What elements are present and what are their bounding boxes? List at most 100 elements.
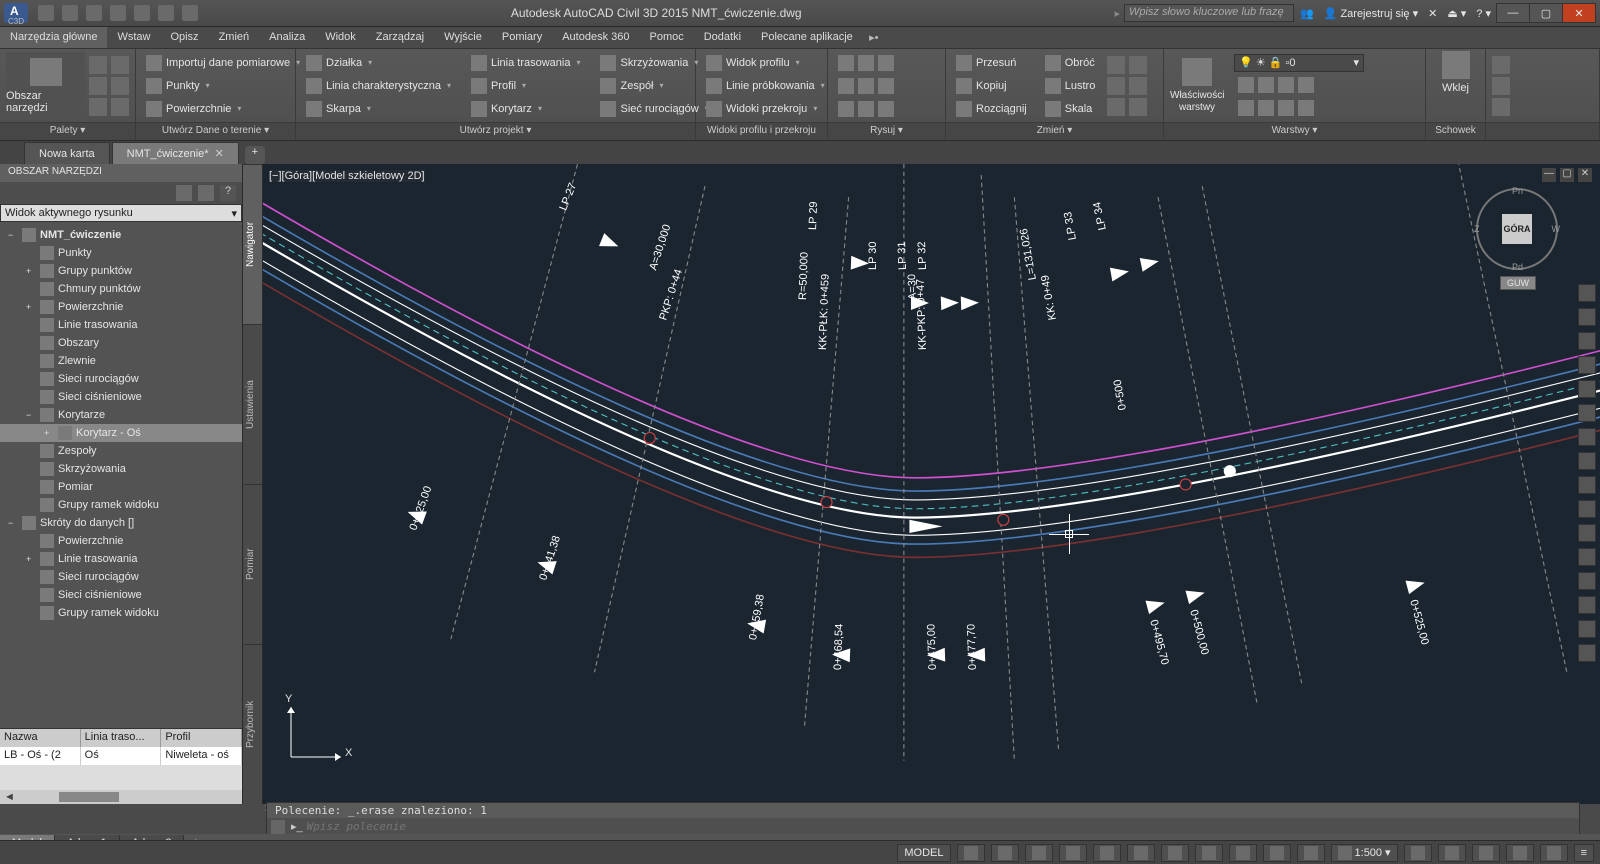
rect-icon[interactable] [858, 78, 874, 94]
status-icon[interactable] [1025, 844, 1053, 862]
palette-icon[interactable] [89, 56, 107, 74]
layer-icon[interactable] [1258, 77, 1274, 93]
drawing-canvas[interactable]: [−][Góra][Model szkieletowy 2D] — ▢ ✕ [263, 164, 1600, 804]
signin-button[interactable]: 👤 Zarejestruj się ▾ [1324, 7, 1418, 20]
nav-icon[interactable] [1578, 596, 1596, 614]
doc-tab[interactable]: NMT_ćwiczenie*✕ [112, 142, 239, 164]
line-icon[interactable] [838, 55, 854, 71]
tree-node[interactable]: Sieci rurociągów [0, 370, 242, 388]
tree-node[interactable]: Sieci rurociągów [0, 568, 242, 586]
status-icon[interactable] [1229, 844, 1257, 862]
ribbon-item[interactable]: Przesuń [952, 53, 1031, 73]
nav-icon[interactable] [1578, 500, 1596, 518]
layer-combo[interactable]: 💡 ☀ 🔒 ▫ 0▾ [1234, 54, 1364, 72]
status-grid-icon[interactable] [957, 844, 985, 862]
tree-node[interactable]: +Korytarz - Oś [0, 424, 242, 442]
tree-node[interactable]: Skrzyżowania [0, 460, 242, 478]
ribbon-item[interactable]: Importuj dane pomiarowe▾ [142, 53, 304, 73]
tree-node[interactable]: +Linie trasowania [0, 550, 242, 568]
command-input[interactable] [307, 820, 1575, 833]
a360-icon[interactable]: 👥 [1300, 7, 1314, 20]
viewcube[interactable]: GÓRA Pn Pd W Z GUW [1476, 188, 1558, 270]
ribbon-item[interactable]: Linia charakterystyczna▾ [302, 76, 455, 96]
ribbon-icon[interactable] [1492, 77, 1510, 95]
menu-tab-opisz[interactable]: Opisz [160, 27, 208, 48]
doc-tab[interactable]: Nowa karta [24, 142, 110, 164]
status-icon[interactable] [1404, 844, 1432, 862]
menu-tab-pomiary[interactable]: Pomiary [492, 27, 552, 48]
draw-icon[interactable] [838, 101, 854, 117]
nav-icon[interactable] [1578, 548, 1596, 566]
cmd-menu-icon[interactable] [271, 820, 285, 834]
command-line[interactable]: Polecenie: _.erase znaleziono: 1 ▸_ [266, 802, 1580, 836]
qat-saveas-icon[interactable] [110, 5, 126, 21]
layer-icon[interactable] [1278, 77, 1294, 93]
tree-node[interactable]: Sieci ciśnieniowe [0, 586, 242, 604]
palette-icon[interactable] [111, 77, 129, 95]
status-icon[interactable] [1127, 844, 1155, 862]
grid-hscroll[interactable]: ◄ [0, 790, 242, 804]
ribbon-icon[interactable] [1492, 98, 1510, 116]
layer-icon[interactable] [1238, 77, 1254, 93]
palette-icon[interactable] [111, 56, 129, 74]
ribbon-item[interactable]: Linie próbkowania▾ [702, 76, 829, 96]
ribbon-item[interactable]: Powierzchnie▾ [142, 99, 304, 119]
maximize-button[interactable]: ▢ [1529, 3, 1563, 23]
tree-node[interactable]: Chmury punktów [0, 280, 242, 298]
status-model[interactable]: MODEL [897, 844, 950, 862]
palette-icon[interactable] [111, 98, 129, 116]
qat-print-icon[interactable] [134, 5, 150, 21]
palette-icon[interactable] [89, 77, 107, 95]
status-icon[interactable] [1093, 844, 1121, 862]
tree-node[interactable]: +Grupy punktów [0, 262, 242, 280]
side-tab-nawigator[interactable]: Nawigator [243, 164, 262, 324]
status-icon[interactable] [1506, 844, 1534, 862]
menu-tab-zarządzaj[interactable]: Zarządzaj [366, 27, 434, 48]
qat-save-icon[interactable] [86, 5, 102, 21]
nav-zoom-icon[interactable] [1578, 332, 1596, 350]
exchange-icon[interactable]: ✕ [1428, 7, 1437, 20]
tree-node[interactable]: Zlewnie [0, 352, 242, 370]
ribbon-icon[interactable] [1492, 56, 1510, 74]
tree-node[interactable]: −Skróty do danych [] [0, 514, 242, 532]
modify-icon[interactable] [1107, 77, 1125, 95]
ribbon-item[interactable]: Działka▾ [302, 53, 455, 73]
ts-icon[interactable] [176, 185, 192, 201]
side-tab-ustawienia[interactable]: Ustawienia [243, 324, 262, 484]
status-customize-icon[interactable]: ≡ [1574, 844, 1594, 862]
menu-tab-zmień[interactable]: Zmień [209, 27, 260, 48]
status-icon[interactable] [1195, 844, 1223, 862]
tree-node[interactable]: Zespoły [0, 442, 242, 460]
layer-icon[interactable] [1278, 100, 1294, 116]
draw-icon[interactable] [878, 101, 894, 117]
tree-node[interactable]: +Powierzchnie [0, 298, 242, 316]
modify-icon[interactable] [1129, 98, 1147, 116]
stayconn-icon[interactable]: ⏏ ▾ [1447, 7, 1466, 20]
layer-icon[interactable] [1298, 77, 1314, 93]
menu-tab-widok[interactable]: Widok [315, 27, 366, 48]
layer-props-button[interactable]: Właściwości warstwy [1170, 58, 1224, 113]
ribbon-item[interactable]: Skarpa▾ [302, 99, 455, 119]
modify-icon[interactable] [1129, 56, 1147, 74]
nav-icon[interactable] [1578, 620, 1596, 638]
menu-tab-wstaw[interactable]: Wstaw [107, 27, 160, 48]
nav-icon[interactable] [1578, 404, 1596, 422]
ribbon-item[interactable]: Kopiuj [952, 76, 1031, 96]
status-icon[interactable] [1540, 844, 1568, 862]
tree-node[interactable]: Linie trasowania [0, 316, 242, 334]
palette-icon[interactable] [89, 98, 107, 116]
status-icon[interactable] [991, 844, 1019, 862]
ribbon-item[interactable]: Profil▾ [467, 76, 585, 96]
nav-icon[interactable] [1578, 524, 1596, 542]
nav-wheel-icon[interactable] [1578, 284, 1596, 302]
tree-node[interactable]: −NMT_ćwiczenie [0, 226, 242, 244]
modify-icon[interactable] [1107, 56, 1125, 74]
tree-node[interactable]: Grupy ramek widoku [0, 604, 242, 622]
ts-icon[interactable] [198, 185, 214, 201]
status-scale[interactable]: 1:500 ▾ [1331, 844, 1398, 862]
ribbon-overflow-icon[interactable]: ▸• [863, 27, 885, 48]
tree-node[interactable]: Sieci ciśnieniowe [0, 388, 242, 406]
help-icon[interactable]: ? ▾ [1476, 7, 1491, 20]
layer-icon[interactable] [1238, 100, 1254, 116]
nav-icon[interactable] [1578, 572, 1596, 590]
